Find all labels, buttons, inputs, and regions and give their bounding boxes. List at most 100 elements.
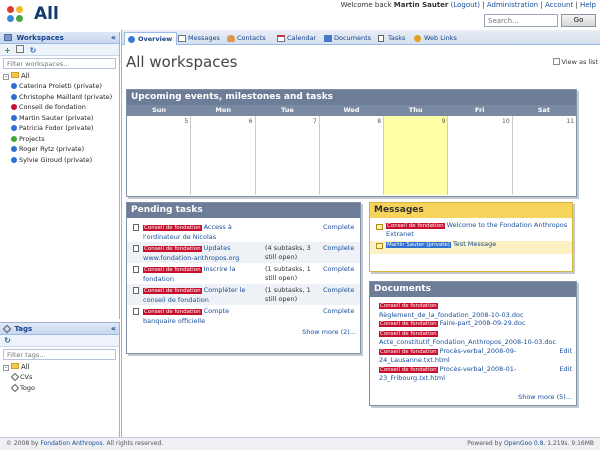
filter-workspaces-input[interactable] [3,58,116,69]
workspace-item[interactable]: Projects [0,134,119,145]
footer: © 2008 by Fondation Anthropos. All right… [0,437,600,450]
document-link[interactable]: Règlement_de_la_fondation_2008-10-03.doc [379,311,524,319]
workspace-item[interactable]: Patricia Fodor (private) [0,123,119,134]
help-link[interactable]: Help [580,1,596,9]
list-icon [552,58,560,65]
calendar-widget-title: Upcoming events, milestones and tasks [127,90,576,105]
edit-workspace-icon[interactable] [16,45,25,53]
logout-link[interactable]: (Logout) [451,1,480,9]
workspace-badge[interactable]: Conseil de fondation [143,309,202,315]
calendar-cell[interactable]: 10 [448,116,513,195]
tag-item[interactable]: Togo [0,383,119,394]
workspace-badge[interactable]: Conseil de fondation [379,348,438,355]
tab-bar: Overview Messages Contacts Calendar Docu… [122,30,600,45]
workspace-item[interactable]: Roger Rytz (private) [0,144,119,155]
tab-tasks[interactable]: Tasks [375,32,409,45]
edit-document-link[interactable]: Edit [559,347,572,356]
tags-root-label: All [21,363,30,371]
calendar-day-header: Thu [408,106,423,114]
tab-contacts[interactable]: Contacts [224,32,270,45]
document-link[interactable]: Faire-part_2008-09-29.doc [440,319,526,327]
messages-widget: Messages Conseil de fondation Welcome to … [369,202,573,272]
complete-task-link[interactable]: Complete [323,223,354,232]
calendar-cell[interactable]: 9 [384,116,449,195]
collapse-panel-icon[interactable]: « [111,324,116,333]
tab-calendar[interactable]: Calendar [274,32,320,45]
search-input[interactable] [484,14,558,27]
workspace-badge[interactable]: Conseil de fondation [379,330,438,337]
complete-task-link[interactable]: Complete [323,265,354,274]
workspace-list: Caterina Proietti (private) Christophe M… [0,81,119,165]
complete-task-link[interactable]: Complete [323,307,354,316]
calendar-cell[interactable]: 11 [513,116,576,195]
document-link[interactable]: Acte_constitutif_Fondation_Anthropos_200… [379,338,556,346]
calendar-cell[interactable]: 8 [320,116,385,195]
envelope-icon [376,224,383,230]
complete-task-link[interactable]: Complete [323,244,354,253]
workspace-item[interactable]: Conseil de fondation [0,102,119,113]
filter-tags-input[interactable] [3,349,116,360]
product-link[interactable]: OpenGoo 0.8 [504,440,543,447]
tags-panel-header: Tags « [0,323,119,335]
envelope-icon [376,243,383,249]
add-workspace-icon[interactable]: + [3,46,12,55]
tags-root-all[interactable]: - All [0,362,119,372]
workspace-item[interactable]: Sylvie Giroud (private) [0,155,119,166]
collapse-panel-icon[interactable]: « [111,33,116,42]
message-link[interactable]: Test Message [453,240,496,248]
calendar-cell[interactable]: 5 [127,116,192,195]
edit-document-link[interactable]: Edit [559,365,572,374]
task-icon [133,308,139,315]
complete-task-link[interactable]: Complete [323,286,354,295]
workspace-label: Caterina Proietti (private) [19,82,102,90]
go-button[interactable]: Go [561,14,596,27]
task-row: Conseil de fondation Updates www.fondatio… [127,242,360,263]
tags-toolbar: ↻ [0,335,119,347]
workspace-color-icon [11,83,17,89]
separator: | [575,1,578,9]
collapse-tree-icon[interactable]: - [3,365,9,371]
workspace-badge[interactable]: Martin Sauter (private) [386,242,451,248]
workspace-item[interactable]: Christophe Maillard (private) [0,92,119,103]
workspace-badge[interactable]: Conseil de fondation [386,223,445,229]
main-area: Overview Messages Contacts Calendar Docu… [121,30,600,437]
workspace-item[interactable]: Martin Sauter (private) [0,113,119,124]
workspace-label: Sylvie Giroud (private) [19,155,93,164]
administration-link[interactable]: Administration [487,1,538,9]
show-more-documents-link[interactable]: Show more (5)... [518,393,572,401]
tab-documents[interactable]: Documents [321,32,375,45]
workspace-badge[interactable]: Conseil de fondation [143,267,202,273]
view-as-list-label: View as list [561,58,598,66]
workspace-item[interactable]: Caterina Proietti (private) [0,81,119,92]
workspace-badge[interactable]: Conseil de fondation [379,321,438,327]
workspace-badge[interactable]: Conseil de fondation [143,246,202,252]
calendar-cell[interactable]: 7 [256,116,320,195]
account-link[interactable]: Account [545,1,573,9]
show-more-tasks-link[interactable]: Show more (2)... [302,328,356,336]
powered-by-prefix: Powered by [467,440,503,447]
workspace-badge[interactable]: Conseil de fondation [143,288,202,294]
workspace-badge[interactable]: Conseil de fondation [379,366,438,373]
folder-icon [11,363,19,369]
page-title: All workspaces [126,53,238,71]
tab-web-links[interactable]: Web Links [411,32,461,45]
calendar-cell[interactable]: 6 [191,116,256,195]
refresh-icon[interactable]: ↻ [3,336,12,345]
powered-by-suffix: . 1.219s. 9.16MB [543,440,594,447]
workspace-badge[interactable]: Conseil de fondation [379,303,438,309]
tab-overview[interactable]: Overview [124,32,178,45]
collapse-tree-icon[interactable]: - [3,74,9,80]
globe-icon [128,36,135,43]
app-logo-icon [7,6,27,26]
overview-content: All workspaces View as list Upcoming eve… [122,45,600,437]
message-row: Conseil de fondation Welcome to the Fonda… [370,221,572,241]
tab-messages[interactable]: Messages [175,32,224,45]
tag-item[interactable]: CVs [0,372,119,383]
view-as-list-button[interactable]: View as list [552,58,598,66]
workspace-badge[interactable]: Conseil de fondation [143,225,202,231]
task-row: Conseil de fondation Compte banquaire off… [127,305,360,326]
task-subtasks: (1 subtasks, 1 still open) [265,286,311,303]
refresh-icon[interactable]: ↻ [28,46,37,55]
tree-root-all[interactable]: - All [0,71,119,81]
organization-link[interactable]: Fondation Anthropos [40,440,102,447]
